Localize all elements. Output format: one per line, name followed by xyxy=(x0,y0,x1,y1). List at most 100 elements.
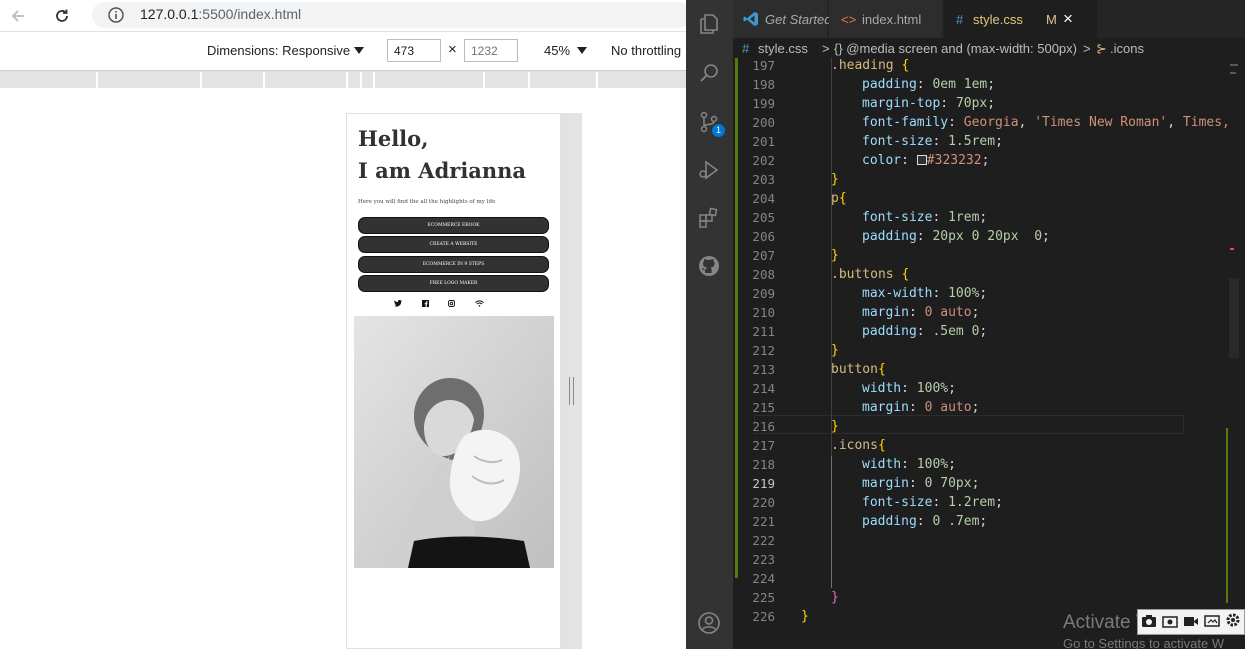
code-property: font-family xyxy=(862,115,949,130)
dimensions-dropdown[interactable]: Dimensions: Responsive xyxy=(207,43,350,58)
minimap[interactable] xyxy=(1228,58,1242,618)
facebook-icon[interactable] xyxy=(420,298,430,308)
code-line: p{ xyxy=(831,191,847,206)
ruler-tick xyxy=(483,72,485,88)
tab-index-html[interactable]: <> index.html xyxy=(829,0,943,38)
code-value: 1.2rem xyxy=(948,495,996,510)
code-value: 0 auto xyxy=(924,400,972,415)
code-line: font-family: Georgia, 'Times New Roman',… xyxy=(862,115,1230,130)
code-editor[interactable]: 197 198 199 200 201 202 203 204 205 206 … xyxy=(733,58,1245,649)
camera-icon[interactable] xyxy=(1141,613,1157,632)
code-line: padding: 0 .7em; xyxy=(862,514,988,529)
free-logo-maker-button[interactable]: FREE LOGO MAKER xyxy=(358,275,549,292)
reload-icon[interactable] xyxy=(50,4,74,28)
code-property: margin xyxy=(862,476,909,491)
ruler-tick xyxy=(373,72,375,88)
code-line-current: margin: 0 70px; xyxy=(862,476,980,491)
zoom-dropdown[interactable]: 45% xyxy=(544,43,570,58)
ruler-tick xyxy=(200,72,202,88)
vscode-logo-icon xyxy=(743,11,759,30)
code-line: } xyxy=(831,172,839,187)
url-text[interactable]: 127.0.0.1:5500/index.html xyxy=(140,6,301,22)
indent-guide-active xyxy=(831,456,832,588)
code-line: width: 100%; xyxy=(862,381,956,396)
ecommerce-steps-button[interactable]: ECOMMERCE IN 9 STEPS xyxy=(358,256,549,273)
run-debug-icon[interactable] xyxy=(697,158,721,182)
wifi-icon[interactable] xyxy=(474,298,484,308)
code-selector: p xyxy=(831,191,839,206)
twitter-icon[interactable] xyxy=(393,298,403,308)
screenshot-icon[interactable] xyxy=(1204,613,1220,632)
code-property: padding xyxy=(862,514,917,529)
site-info-icon[interactable] xyxy=(107,6,125,24)
media-query-ruler[interactable] xyxy=(0,70,686,88)
settings-icon[interactable] xyxy=(1225,612,1241,632)
code-value: Georgia xyxy=(963,115,1019,130)
code-value: 100% xyxy=(916,381,949,396)
ecommerce-ebook-button[interactable]: ECOMMERCE EBOOK xyxy=(358,217,549,234)
code-line: .heading { xyxy=(831,58,909,73)
vscode-window: 1 Get Started <> index.html # style.css … xyxy=(686,0,1245,649)
code-property: margin xyxy=(862,305,909,320)
code-line: .icons{ xyxy=(831,438,886,453)
code-value: 0em 1em xyxy=(932,77,988,92)
dimensions-caret-icon[interactable] xyxy=(354,47,364,54)
code-brace: { xyxy=(877,438,886,453)
code-property: padding xyxy=(862,324,917,339)
account-icon[interactable] xyxy=(697,611,721,635)
video-capture-icon[interactable] xyxy=(1183,613,1199,632)
explorer-icon[interactable] xyxy=(697,12,721,36)
code-value: .5em 0 xyxy=(932,324,980,339)
code-line: padding: .5em 0; xyxy=(862,324,988,339)
breadcrumb-selector[interactable]: .icons xyxy=(1110,41,1144,56)
editor-tabs: Get Started <> index.html # style.css M … xyxy=(733,0,1245,38)
color-swatch-icon[interactable] xyxy=(916,155,927,165)
line-number: 217 xyxy=(752,438,775,453)
line-number: 215 xyxy=(752,400,775,415)
code-line: font-size: 1.5rem; xyxy=(862,134,1003,149)
create-website-button[interactable]: CREATE A WEBSITE xyxy=(358,236,549,253)
code-brace: { xyxy=(901,267,910,282)
breadcrumb-file[interactable]: style.css xyxy=(758,41,808,56)
symbol-class-icon: ⊱ xyxy=(1096,41,1107,56)
line-number: 221 xyxy=(752,514,775,529)
code-selector: .icons xyxy=(831,438,878,453)
code-brace: { xyxy=(838,191,847,206)
line-number: 209 xyxy=(752,286,775,301)
code-property: color xyxy=(862,153,902,168)
css-file-icon: # xyxy=(742,41,750,56)
ruler-tick xyxy=(263,72,265,88)
tab-style-css[interactable]: # style.css M × xyxy=(944,0,1098,38)
breadcrumb-media-query[interactable]: {} @media screen and (max-width: 500px) xyxy=(834,41,1077,56)
tab-get-started[interactable]: Get Started xyxy=(733,0,832,38)
breadcrumb-separator: > xyxy=(1083,41,1091,56)
code-line: max-width: 100%; xyxy=(862,286,988,301)
ruler-tick xyxy=(360,72,362,88)
height-input[interactable] xyxy=(464,39,518,62)
width-input[interactable] xyxy=(387,39,441,62)
url-host: 127.0.0.1 xyxy=(140,6,199,22)
line-number: 204 xyxy=(752,191,775,206)
throttling-dropdown[interactable]: No throttling xyxy=(611,43,681,58)
device-toolbar: Dimensions: Responsive × 45% No throttli… xyxy=(0,33,686,70)
tab-label: Get Started xyxy=(765,12,832,27)
back-icon[interactable] xyxy=(6,4,30,28)
zoom-caret-icon[interactable] xyxy=(577,47,587,54)
extensions-icon[interactable] xyxy=(697,206,721,230)
code-line: } xyxy=(831,343,839,358)
line-number: 214 xyxy=(752,381,775,396)
code-value: 0 auto xyxy=(924,305,972,320)
modified-indicator: M xyxy=(1046,12,1057,27)
minimap-slider[interactable] xyxy=(1229,278,1239,358)
instagram-icon[interactable] xyxy=(446,298,456,308)
close-tab-icon[interactable]: × xyxy=(1063,9,1073,29)
github-icon[interactable] xyxy=(697,254,721,278)
code-property: margin xyxy=(862,400,909,415)
search-icon[interactable] xyxy=(697,61,721,85)
photo-capture-icon[interactable] xyxy=(1162,613,1178,632)
code-line: padding: 0em 1em; xyxy=(862,77,996,92)
code-brace: { xyxy=(877,362,886,377)
code-line: } xyxy=(831,248,839,263)
resize-handle[interactable] xyxy=(569,377,574,405)
code-selector: .buttons xyxy=(831,267,894,282)
